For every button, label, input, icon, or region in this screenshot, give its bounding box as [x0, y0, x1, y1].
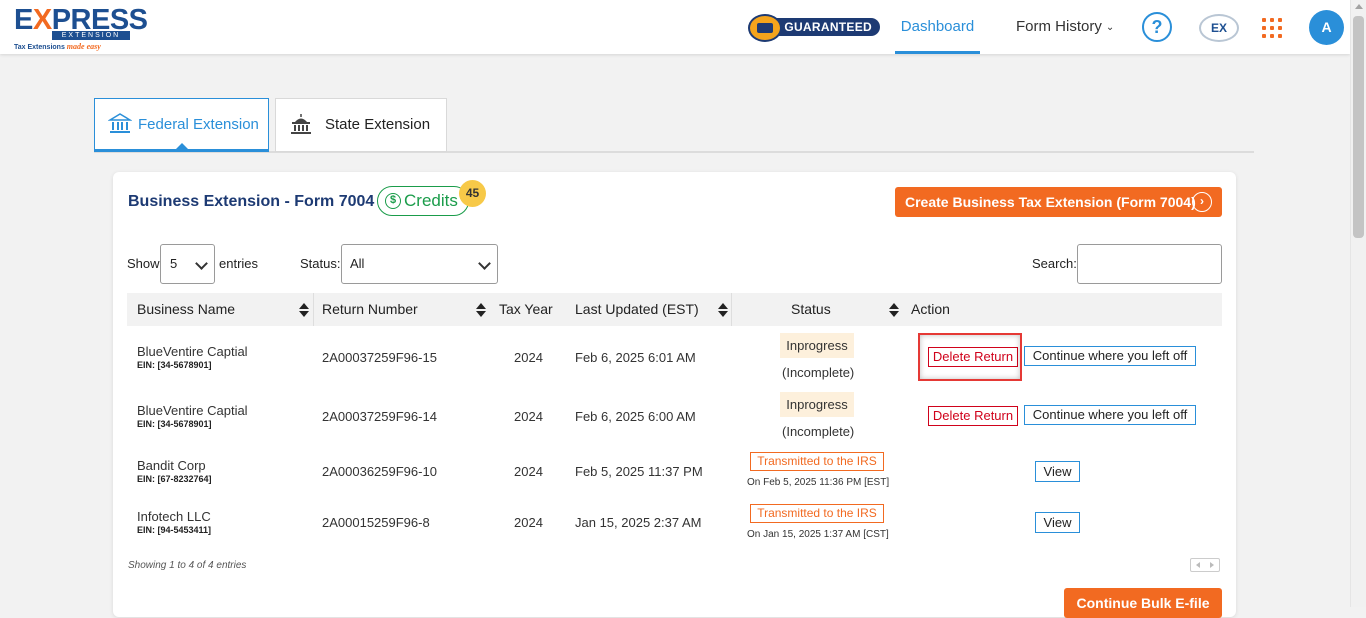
help-icon[interactable]: ? [1142, 12, 1172, 42]
guarantee-seal-icon [748, 14, 782, 42]
highlight-box [918, 333, 1022, 381]
last-updated: Feb 6, 2025 6:00 AM [575, 409, 696, 424]
last-updated: Jan 15, 2025 2:37 AM [575, 515, 702, 530]
arrow-right-icon: › [1192, 192, 1212, 212]
continue-button[interactable]: Continue where you left off [1024, 346, 1196, 366]
tab-federal-extension[interactable]: Federal Extension [94, 98, 269, 152]
column-status[interactable]: Status [791, 293, 831, 326]
next-page-icon[interactable] [1210, 562, 1214, 568]
return-number: 2A00015259F96-8 [322, 515, 430, 530]
entries-label: entries [219, 256, 259, 271]
business-name: Bandit Corp [137, 458, 206, 473]
business-name: BlueVentire Captial [137, 403, 248, 418]
bank-building-icon [108, 113, 132, 133]
nav-form-history[interactable]: Form History ⌄ [1016, 0, 1114, 54]
entries-select[interactable]: 5 [160, 244, 215, 284]
capitol-building-icon [291, 114, 311, 134]
express-extension-logo[interactable]: EXPRESS EXTENSION Tax Extensions made ea… [14, 6, 148, 52]
top-header: EXPRESS EXTENSION Tax Extensions made ea… [0, 0, 1350, 54]
pagination[interactable] [1190, 558, 1220, 572]
status-filter-select[interactable]: All [341, 244, 498, 284]
ex-app-icon[interactable]: EX [1199, 14, 1239, 42]
scroll-thumb[interactable] [1353, 16, 1364, 238]
dollar-icon: $ [385, 193, 401, 209]
return-number: 2A00037259F96-14 [322, 409, 437, 424]
business-ein: EIN: [34-5678901] [137, 419, 212, 429]
business-ein: EIN: [94-5453411] [137, 525, 212, 535]
status-subtext: (Incomplete) [782, 424, 855, 439]
sort-icon[interactable] [476, 303, 486, 317]
active-tab-caret [175, 143, 189, 150]
tax-year: 2024 [514, 464, 543, 479]
column-business-name[interactable]: Business Name [137, 293, 235, 326]
return-number: 2A00037259F96-15 [322, 350, 437, 365]
tax-year: 2024 [514, 350, 543, 365]
column-last-updated[interactable]: Last Updated (EST) [575, 293, 699, 326]
column-tax-year: Tax Year [499, 301, 553, 317]
status-subtext: On Feb 5, 2025 11:36 PM [EST] [747, 477, 890, 488]
showing-entries-info: Showing 1 to 4 of 4 entries [128, 560, 247, 571]
delete-return-button[interactable]: Delete Return [928, 406, 1018, 426]
scroll-up-icon[interactable] [1355, 4, 1363, 9]
create-business-extension-button[interactable]: Create Business Tax Extension (Form 7004… [895, 187, 1222, 217]
last-updated: Feb 5, 2025 11:37 PM [575, 464, 703, 479]
status-filter-label: Status: [300, 256, 341, 271]
chevron-down-icon [478, 257, 491, 270]
status-badge: Transmitted to the IRS [750, 504, 884, 523]
return-number: 2A00036259F96-10 [322, 464, 437, 479]
search-label: Search: [1032, 256, 1077, 271]
search-input[interactable] [1077, 244, 1222, 284]
business-name: BlueVentire Captial [137, 344, 248, 359]
tax-year: 2024 [514, 409, 543, 424]
continue-button[interactable]: Continue where you left off [1024, 405, 1196, 425]
last-updated: Feb 6, 2025 6:01 AM [575, 350, 696, 365]
status-badge: Inprogress [780, 392, 854, 417]
sort-icon[interactable] [718, 303, 728, 317]
nav-dashboard[interactable]: Dashboard [895, 0, 980, 54]
column-return-number[interactable]: Return Number [322, 293, 418, 326]
credits-pill[interactable]: $ Credits [377, 186, 469, 216]
show-label: Show [127, 256, 160, 271]
tab-state-extension[interactable]: State Extension [275, 98, 447, 152]
chevron-down-icon: ⌄ [1105, 22, 1115, 33]
table-header: Business Name Return Number Tax Year Las… [127, 293, 1222, 326]
sort-icon[interactable] [889, 303, 899, 317]
business-extension-card: Business Extension - Form 7004 $ Credits … [113, 172, 1236, 618]
page-scrollbar[interactable] [1350, 0, 1366, 607]
apps-grid-icon[interactable] [1262, 18, 1282, 38]
view-button[interactable]: View [1035, 512, 1080, 533]
continue-bulk-efile-button[interactable]: Continue Bulk E-file [1064, 588, 1222, 618]
status-badge: Transmitted to the IRS [750, 452, 884, 471]
status-subtext: On Jan 15, 2025 1:37 AM [CST] [747, 529, 889, 540]
user-avatar[interactable]: A [1309, 10, 1344, 45]
card-title: Business Extension - Form 7004 [128, 193, 375, 210]
chevron-down-icon [195, 257, 208, 270]
status-subtext: (Incomplete) [782, 365, 855, 380]
business-name: Infotech LLC [137, 509, 211, 524]
sort-icon[interactable] [299, 303, 309, 317]
status-badge: Inprogress [780, 333, 854, 358]
tax-year: 2024 [514, 515, 543, 530]
prev-page-icon[interactable] [1196, 562, 1200, 568]
column-action: Action [911, 301, 950, 317]
view-button[interactable]: View [1035, 461, 1080, 482]
credits-count-badge: 45 [459, 180, 486, 207]
business-ein: EIN: [67-8232764] [137, 474, 212, 484]
business-ein: EIN: [34-5678901] [137, 360, 212, 370]
